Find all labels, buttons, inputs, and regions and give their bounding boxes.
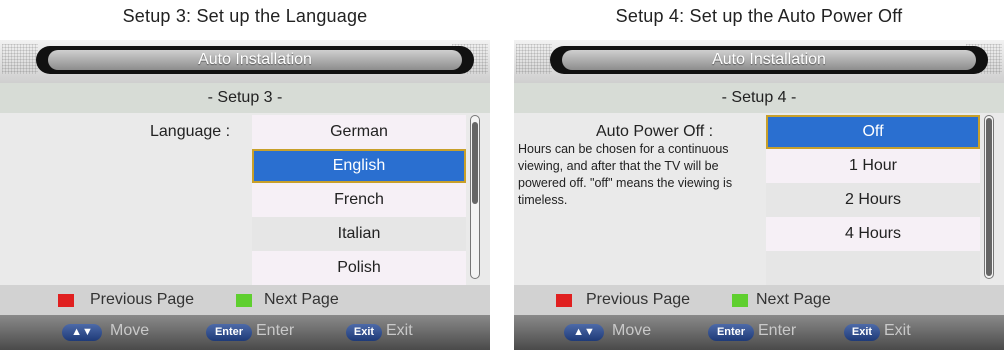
content-area: Auto Power Off : Hours can be chosen for… bbox=[514, 113, 1004, 285]
scrollbar-thumb[interactable] bbox=[986, 118, 992, 276]
screen-title: Auto Installation bbox=[562, 50, 976, 70]
option-4-hours[interactable]: 4 Hours bbox=[766, 217, 980, 251]
title-bar: Auto Installation bbox=[0, 40, 490, 83]
green-key-icon bbox=[732, 294, 748, 307]
option-polish[interactable]: Polish bbox=[252, 251, 466, 285]
enter-key-icon[interactable]: Enter bbox=[708, 324, 754, 341]
enter-label: Enter bbox=[256, 322, 295, 339]
control-bar: ▲▼ Move Enter Enter Exit Exit bbox=[0, 315, 490, 350]
step-header: - Setup 3 - bbox=[0, 83, 490, 113]
option-1-hour[interactable]: 1 Hour bbox=[766, 149, 980, 183]
move-key-icon[interactable]: ▲▼ bbox=[62, 324, 102, 341]
option-german[interactable]: German bbox=[252, 115, 466, 149]
language-setup-screen: Auto Installation - Setup 3 - Language :… bbox=[0, 40, 490, 350]
language-options: German English French Italian Polish bbox=[252, 115, 466, 285]
auto-power-off-setup-screen: Auto Installation - Setup 4 - Auto Power… bbox=[514, 40, 1004, 350]
move-key-icon[interactable]: ▲▼ bbox=[564, 324, 604, 341]
legend-row: Previous Page Next Page bbox=[514, 285, 1004, 315]
option-empty bbox=[766, 251, 980, 285]
control-bar: ▲▼ Move Enter Enter Exit Exit bbox=[514, 315, 1004, 350]
red-key-icon bbox=[556, 294, 572, 307]
left-caption: Setup 3: Set up the Language bbox=[122, 6, 368, 26]
title-bar: Auto Installation bbox=[514, 40, 1004, 83]
exit-label: Exit bbox=[386, 322, 413, 339]
legend-row: Previous Page Next Page bbox=[0, 285, 490, 315]
content-area: Language : German English French Italian… bbox=[0, 113, 490, 285]
option-french[interactable]: French bbox=[252, 183, 466, 217]
scrollbar[interactable] bbox=[470, 115, 480, 279]
red-key-icon bbox=[58, 294, 74, 307]
enter-label: Enter bbox=[758, 322, 797, 339]
next-page-label[interactable]: Next Page bbox=[264, 291, 339, 309]
grille-decoration bbox=[516, 44, 552, 74]
language-label: Language : bbox=[150, 123, 231, 140]
auto-power-off-description: Hours can be chosen for a continuous vie… bbox=[518, 142, 733, 207]
option-2-hours[interactable]: 2 Hours bbox=[766, 183, 980, 217]
scrollbar[interactable] bbox=[984, 115, 994, 279]
green-key-icon bbox=[236, 294, 252, 307]
option-english[interactable]: English bbox=[252, 149, 466, 183]
option-off[interactable]: Off bbox=[766, 115, 980, 149]
move-label: Move bbox=[612, 322, 652, 339]
grille-decoration bbox=[2, 44, 38, 74]
move-label: Move bbox=[110, 322, 150, 339]
enter-key-icon[interactable]: Enter bbox=[206, 324, 252, 341]
next-page-label[interactable]: Next Page bbox=[756, 291, 831, 309]
previous-page-label[interactable]: Previous Page bbox=[90, 291, 194, 309]
power-off-options: Off 1 Hour 2 Hours 4 Hours bbox=[766, 115, 980, 285]
auto-power-off-label: Auto Power Off : bbox=[596, 123, 714, 140]
scrollbar-thumb[interactable] bbox=[472, 122, 478, 204]
step-header: - Setup 4 - bbox=[514, 83, 1004, 113]
right-caption: Setup 4: Set up the Auto Power Off bbox=[615, 6, 903, 26]
exit-key-icon[interactable]: Exit bbox=[844, 324, 880, 341]
exit-key-icon[interactable]: Exit bbox=[346, 324, 382, 341]
option-italian[interactable]: Italian bbox=[252, 217, 466, 251]
exit-label: Exit bbox=[884, 322, 911, 339]
screen-title: Auto Installation bbox=[48, 50, 462, 70]
previous-page-label[interactable]: Previous Page bbox=[586, 291, 690, 309]
